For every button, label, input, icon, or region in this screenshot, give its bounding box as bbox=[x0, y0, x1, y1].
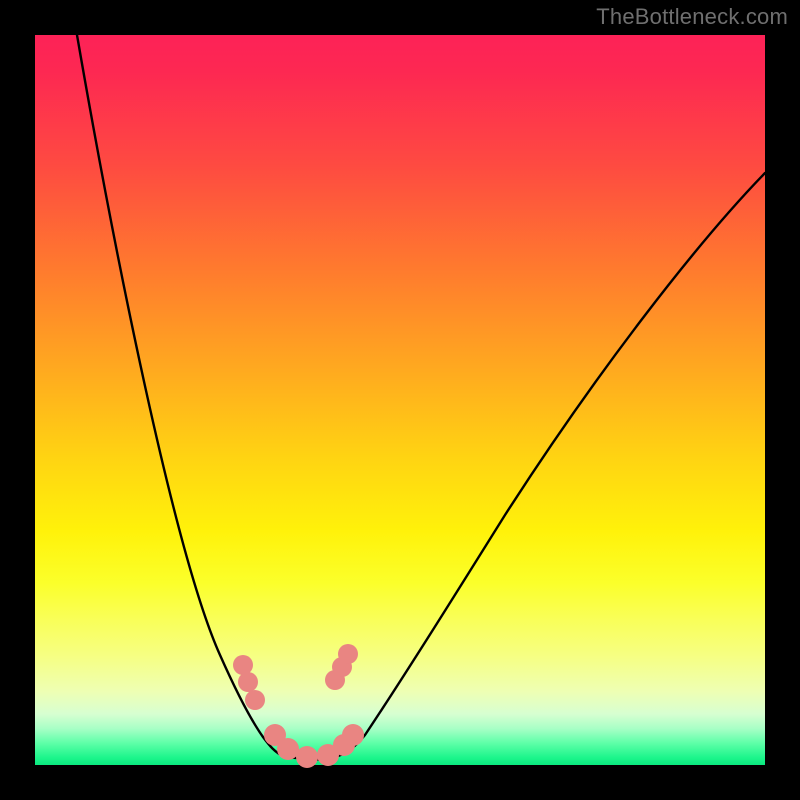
curve-paths bbox=[77, 35, 765, 760]
marker-1 bbox=[238, 672, 258, 692]
curve-left-curve bbox=[77, 35, 297, 758]
chart-frame: TheBottleneck.com bbox=[0, 0, 800, 800]
watermark-text: TheBottleneck.com bbox=[596, 4, 788, 30]
curve-layer bbox=[35, 35, 765, 765]
marker-5 bbox=[296, 746, 318, 768]
marker-11 bbox=[338, 644, 358, 664]
curve-right-curve bbox=[315, 173, 765, 758]
marker-4 bbox=[277, 738, 299, 760]
data-markers bbox=[233, 644, 364, 768]
plot-area bbox=[35, 35, 765, 765]
marker-0 bbox=[233, 655, 253, 675]
marker-2 bbox=[245, 690, 265, 710]
marker-8 bbox=[342, 724, 364, 746]
